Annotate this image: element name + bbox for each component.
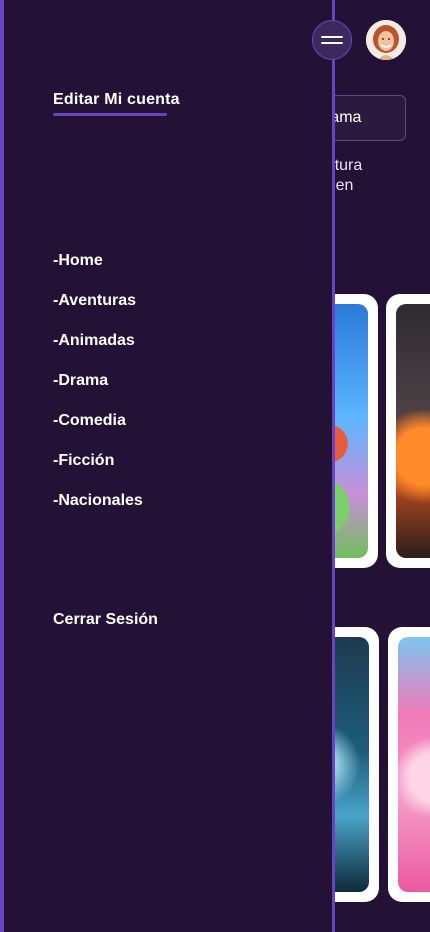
menu-toggle-button[interactable] — [312, 20, 352, 60]
menu-item-animadas[interactable]: -Animadas — [53, 331, 143, 371]
user-avatar-icon — [366, 20, 406, 60]
hamburger-icon — [321, 36, 343, 44]
menu-item-drama[interactable]: -Drama — [53, 371, 143, 411]
side-drawer: Editar Mi cuenta -Home -Aventuras -Anima… — [0, 0, 335, 932]
menu-item-comedia[interactable]: -Comedia — [53, 411, 143, 451]
menu-item-ficcion[interactable]: -Ficción — [53, 451, 143, 491]
edit-account-link[interactable]: Editar Mi cuenta — [53, 91, 180, 109]
menu-item-home[interactable]: -Home — [53, 251, 143, 291]
avatar[interactable] — [366, 20, 406, 60]
active-underline — [53, 113, 167, 116]
logout-link[interactable]: Cerrar Sesión — [53, 611, 158, 629]
menu-item-nacionales[interactable]: -Nacionales — [53, 491, 143, 531]
movie-card[interactable] — [386, 294, 430, 568]
drawer-menu: -Home -Aventuras -Animadas -Drama -Comed… — [53, 251, 143, 531]
movie-poster — [396, 304, 430, 558]
movie-card[interactable] — [388, 627, 430, 902]
movie-poster — [398, 637, 430, 892]
menu-item-aventuras[interactable]: -Aventuras — [53, 291, 143, 331]
